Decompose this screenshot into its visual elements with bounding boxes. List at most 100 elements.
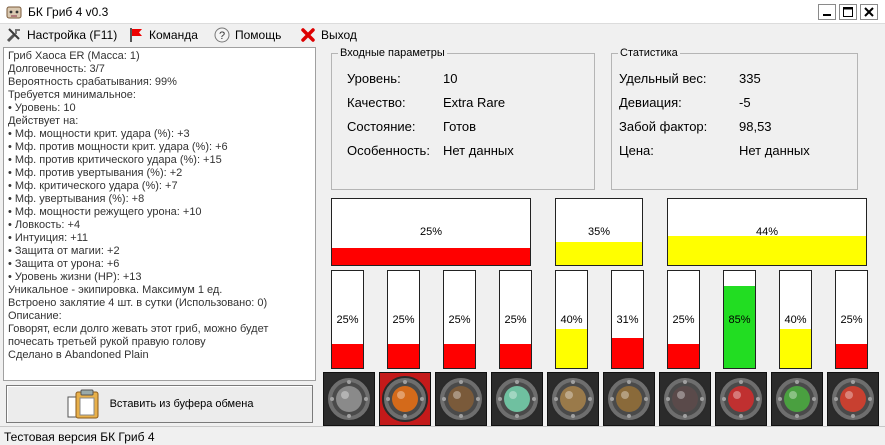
bar-percent-label: 44% [755, 226, 779, 238]
broken-fence-rune-icon [606, 376, 652, 422]
stat-label: Удельный вес: [619, 71, 707, 86]
window-title: БК Гриб 4 v0.3 [28, 5, 109, 19]
info-line: • Ловкость: +4 [8, 219, 81, 231]
minimize-icon [823, 14, 831, 16]
bar-fill [836, 344, 867, 368]
dark-chest-rune-icon [662, 376, 708, 422]
rune-slot[interactable] [827, 372, 879, 426]
info-line: • Уровень жизни (HP): +13 [8, 271, 142, 283]
stone-box-rune-icon [326, 376, 372, 422]
rune-slot[interactable] [323, 372, 375, 426]
bar-percent-label: 40% [784, 314, 807, 326]
bar-percent-label: 25% [336, 314, 359, 326]
info-line: • Уровень: 10 [8, 102, 76, 114]
rune-progress-bar: 40% [555, 270, 588, 369]
param-value: Extra Rare [443, 95, 506, 110]
rune-slot[interactable] [715, 372, 767, 426]
stat-value: Нет данных [739, 143, 810, 158]
fire-flower-rune-icon [382, 376, 428, 422]
bar-fill [612, 338, 643, 368]
maximize-button[interactable] [839, 4, 857, 20]
rune-slot[interactable] [435, 372, 487, 426]
bar-fill [556, 242, 642, 265]
summary-progress-bar: 44% [667, 198, 867, 266]
bar-fill [500, 344, 531, 368]
item-info-panel[interactable]: Гриб Хаоса ER (Масса: 1) Долговечность: 3… [3, 47, 316, 381]
red-flag-icon [130, 28, 142, 42]
param-label: Уровень: [347, 71, 401, 86]
app-cow-icon [6, 6, 22, 19]
menu-exit[interactable]: Выход [300, 26, 357, 44]
minimize-button[interactable] [818, 4, 836, 20]
rune-slot[interactable] [771, 372, 823, 426]
param-value: 10 [443, 71, 458, 86]
statistics-title: Статистика [618, 47, 680, 59]
info-line: Уникальное - экипировка. Максимум 1 ед. [8, 284, 223, 296]
paste-from-clipboard-button[interactable]: Вставить из буфера обмена [6, 385, 313, 423]
input-params-title: Входные параметры [338, 47, 447, 59]
menu-settings[interactable]: Настройка (F11) [6, 26, 117, 44]
bar-fill [780, 329, 811, 368]
rune-slot[interactable] [491, 372, 543, 426]
menu-help-label: Помощь [235, 28, 282, 42]
statistics-group: Статистика Удельный вес: 335 Девиация: -… [611, 47, 858, 190]
summary-progress-bar: 35% [555, 198, 643, 266]
tree-stumps-rune-icon [438, 376, 484, 422]
menu-team[interactable]: Команда [128, 26, 198, 44]
maximize-icon [843, 7, 853, 17]
close-button[interactable] [860, 4, 878, 20]
rune-progress-bar: 40% [779, 270, 812, 369]
param-value: Готов [443, 119, 477, 134]
rune-slot[interactable] [659, 372, 711, 426]
menu-help[interactable]: ? Помощь [214, 26, 281, 44]
bar-fill [668, 344, 699, 368]
bar-percent-label: 25% [392, 314, 415, 326]
bar-fill [668, 236, 866, 265]
bar-percent-label: 25% [672, 314, 695, 326]
rune-slot[interactable] [547, 372, 599, 426]
lotus-rune-icon [494, 376, 540, 422]
tools-icon [6, 28, 20, 43]
bar-fill [332, 248, 530, 265]
info-line: Требуется минимальное: [8, 89, 136, 101]
bar-fill [444, 344, 475, 368]
stat-label: Цена: [619, 143, 654, 158]
bar-fill [556, 329, 587, 368]
info-line: Сделано в Abandoned Plain [8, 349, 149, 361]
exit-cross-icon [301, 28, 315, 42]
rune-progress-bar: 25% [835, 270, 868, 369]
input-params-group: Входные параметры Уровень: 10 Качество: … [331, 47, 595, 190]
bar-fill [332, 344, 363, 368]
param-label: Особенность: [347, 143, 430, 158]
info-line: • Мф. мощности крит. удара (%): +3 [8, 128, 190, 140]
bar-percent-label: 40% [560, 314, 583, 326]
info-line: • Мф. против мощности крит. удара (%): +… [8, 141, 228, 153]
info-line: Долговечность: 3/7 [8, 63, 105, 75]
menu-team-label: Команда [149, 28, 198, 42]
rune-progress-bar: 25% [667, 270, 700, 369]
title-bar: БК Гриб 4 v0.3 [0, 0, 885, 24]
info-line: Описание: [8, 310, 62, 322]
menu-exit-label: Выход [321, 28, 357, 42]
bar-percent-label: 25% [419, 226, 443, 238]
summary-progress-bar: 25% [331, 198, 531, 266]
red-dragon-rune-icon [718, 376, 764, 422]
rune-progress-bar: 25% [443, 270, 476, 369]
status-bar: Тестовая версия БК Гриб 4 [0, 426, 885, 445]
info-line: • Мф. против увертывания (%): +2 [8, 167, 183, 179]
stat-label: Забой фактор: [619, 119, 708, 134]
rune-slot[interactable] [379, 372, 431, 426]
info-line: Действует на: [8, 115, 79, 127]
bar-percent-label: 25% [448, 314, 471, 326]
info-line: Гриб Хаоса ER (Масса: 1) [8, 50, 140, 62]
bar-percent-label: 25% [504, 314, 527, 326]
green-clover-rune-icon [774, 376, 820, 422]
stat-value: 98,53 [739, 119, 772, 134]
rune-slot[interactable] [603, 372, 655, 426]
info-line: • Мф. против критического удара (%): +15 [8, 154, 222, 166]
menu-settings-label: Настройка (F11) [27, 28, 118, 42]
rune-progress-bar: 85% [723, 270, 756, 369]
sprout-rune-icon [550, 376, 596, 422]
paste-button-label: Вставить из буфера обмена [109, 398, 254, 410]
info-line: Говорят, если долго жевать этот гриб, мо… [8, 323, 269, 335]
